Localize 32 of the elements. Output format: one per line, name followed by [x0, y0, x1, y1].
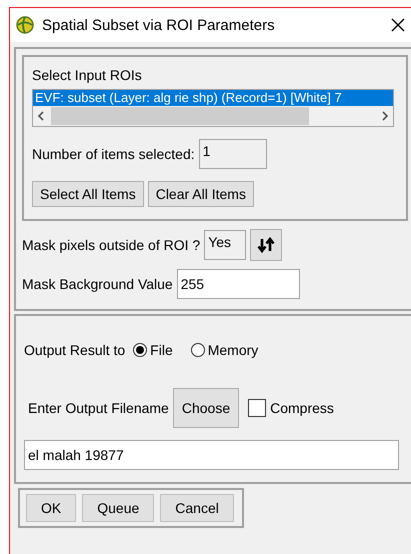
scroll-thumb[interactable]: [51, 107, 309, 125]
mask-label: Mask pixels outside of ROI ?: [22, 237, 200, 253]
scroll-right-icon[interactable]: [381, 111, 389, 121]
list-item[interactable]: EVF: subset (Layer: alg rie shp) (Record=1) [White] 7: [33, 90, 393, 106]
radio-label[interactable]: Memory: [208, 342, 258, 358]
radio-label[interactable]: File: [150, 342, 173, 358]
action-button[interactable]: Clear All Items: [148, 181, 254, 207]
count-label: Number of items selected:: [32, 146, 195, 162]
choose-button[interactable]: Choose: [172, 388, 240, 428]
dialog-button[interactable]: Queue: [82, 494, 154, 522]
radio-button[interactable]: [190, 343, 205, 357]
scroll-left-icon[interactable]: [37, 111, 45, 121]
background-field[interactable]: 255: [176, 269, 300, 299]
checkbox[interactable]: [248, 399, 266, 417]
dialog-button[interactable]: OK: [26, 494, 76, 522]
globe-icon: [16, 16, 34, 34]
horizontal-scrollbar[interactable]: [33, 106, 393, 126]
toggle-button[interactable]: [250, 229, 282, 261]
action-button[interactable]: Select All Items: [32, 181, 144, 207]
output-label: Output Result to: [24, 342, 126, 358]
list-label: Select Input ROIs: [32, 67, 143, 83]
window-title: Spatial Subset via ROI Parameters: [42, 16, 276, 34]
radio-button[interactable]: [133, 343, 148, 357]
sort-arrows-icon: [257, 237, 276, 253]
filename-field[interactable]: el malah 19877: [24, 440, 399, 470]
background-label: Mask Background Value: [22, 276, 173, 292]
mask-field: Yes: [204, 230, 246, 260]
checkbox-label[interactable]: Compress: [270, 400, 334, 416]
close-icon[interactable]: [390, 17, 406, 33]
dialog-button[interactable]: Cancel: [160, 494, 234, 522]
count-field: 1: [198, 139, 267, 169]
filename-label: Enter Output Filename: [28, 400, 169, 416]
